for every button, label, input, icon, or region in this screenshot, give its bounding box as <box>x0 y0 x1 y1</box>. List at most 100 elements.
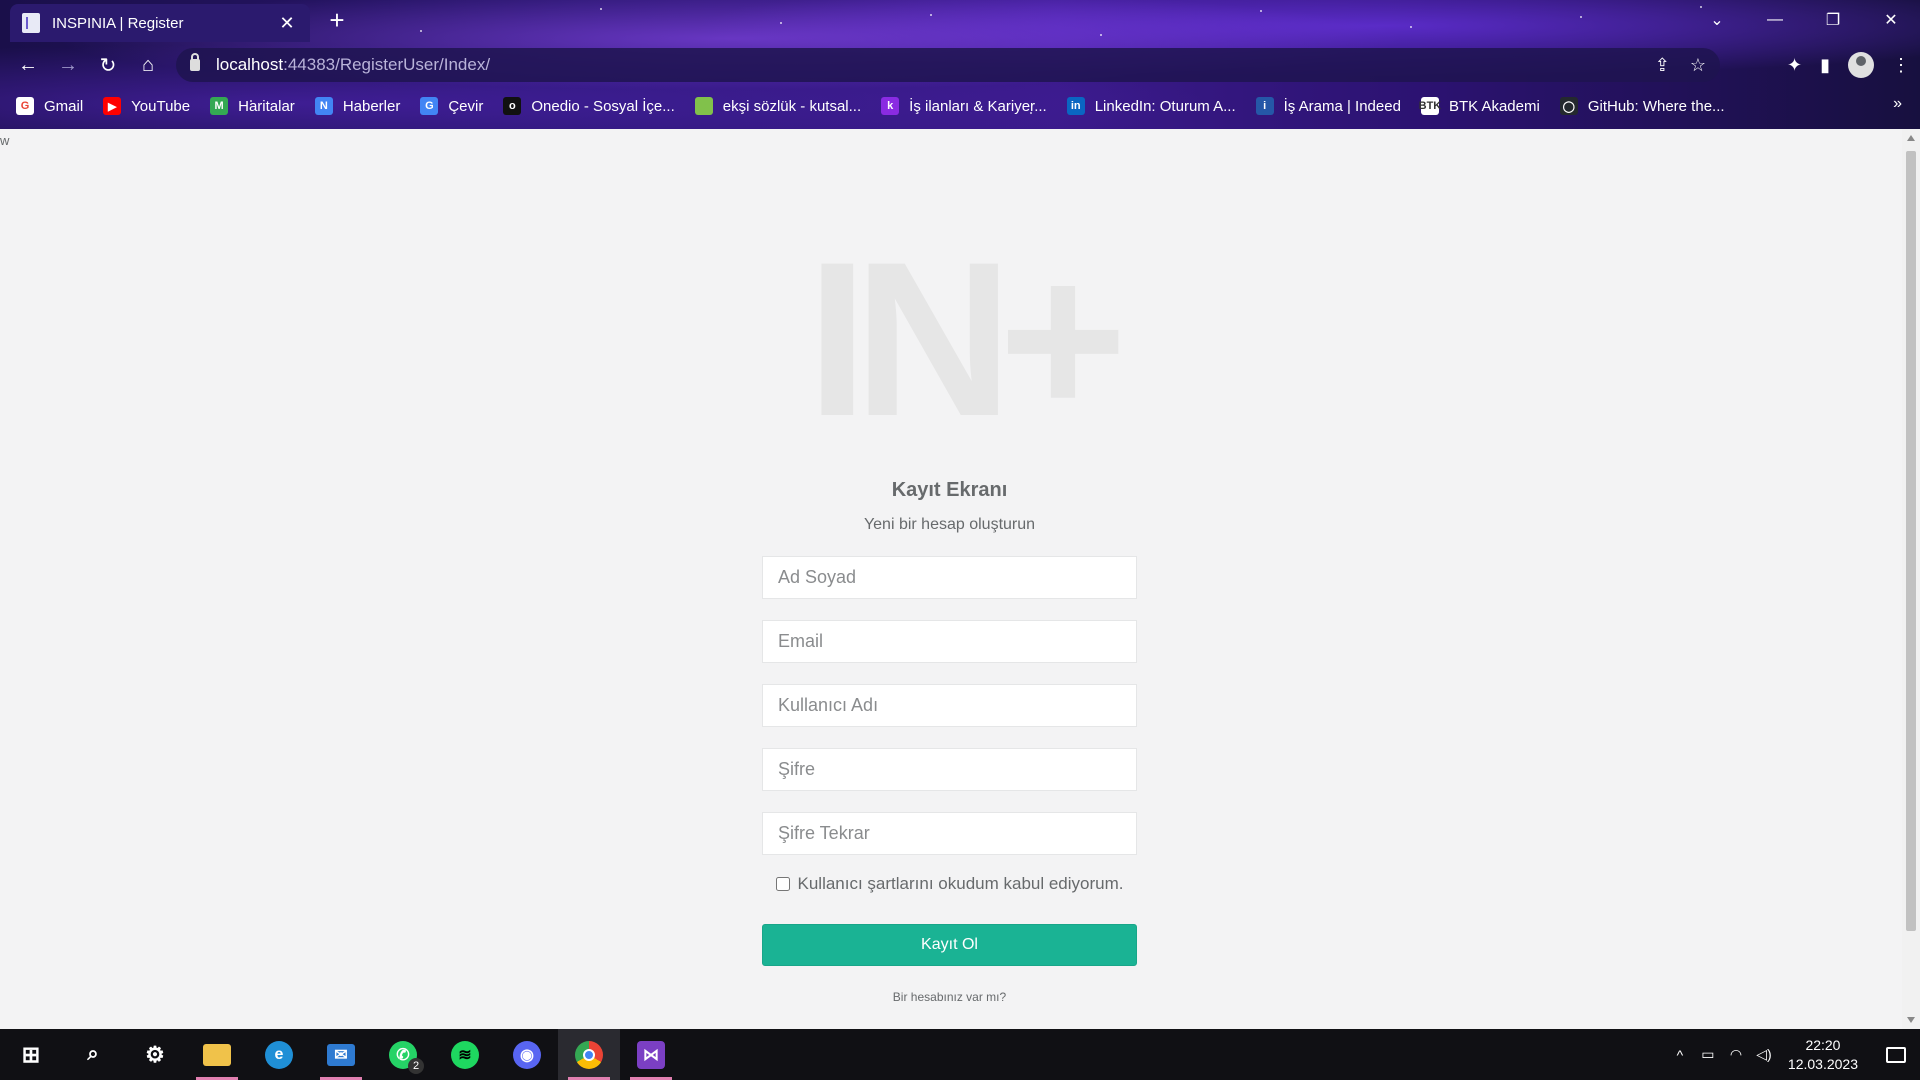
address-bar[interactable]: localhost:44383/RegisterUser/Index/ ⇪ ☆ <box>176 48 1720 82</box>
bookmark-favicon-icon: M <box>210 97 229 115</box>
email-input[interactable] <box>762 620 1137 663</box>
bookmark-favicon-icon: N <box>314 97 333 115</box>
chevron-up-icon[interactable]: ^ <box>1666 1047 1694 1063</box>
whatsapp-button[interactable]: ✆ 2 <box>372 1029 434 1080</box>
toolbar-right: ✦ ▮ ⋮ <box>1787 44 1910 86</box>
edge-button[interactable]: e <box>248 1029 310 1080</box>
file-explorer-button[interactable] <box>186 1029 248 1080</box>
menu-kebab-icon[interactable]: ⋮ <box>1892 55 1910 76</box>
bookmark-item[interactable]: BTK BTK Akademi <box>1419 97 1540 115</box>
extensions-icon[interactable]: ✦ <box>1787 55 1802 76</box>
restore-button[interactable]: ❐ <box>1804 0 1862 40</box>
clock-date: 12.03.2023 <box>1787 1055 1858 1072</box>
lock-icon[interactable] <box>190 53 200 71</box>
bookmark-item[interactable]: i İş Arama | Indeed <box>1255 97 1401 115</box>
chrome-button[interactable] <box>558 1029 620 1080</box>
start-button[interactable]: ⊞ <box>0 1029 62 1080</box>
url-host: localhost <box>216 55 284 74</box>
page-title: Kayıt Ekranı <box>891 479 1008 501</box>
fullname-input[interactable] <box>762 556 1137 599</box>
bookmark-favicon-icon: G <box>420 97 439 115</box>
bookmark-favicon-icon: G <box>16 97 34 115</box>
close-window-button[interactable]: ✕ <box>1862 0 1920 40</box>
bookmark-favicon-icon: ▶ <box>103 97 122 115</box>
terms-row[interactable]: Kullanıcı şartlarını okudum kabul ediyor… <box>762 874 1137 894</box>
spotify-button[interactable]: ≋ <box>434 1029 496 1080</box>
bookmark-favicon-icon: ● <box>694 97 713 115</box>
folder-icon <box>203 1043 231 1066</box>
minimize-button[interactable]: — <box>1746 0 1804 40</box>
bookmark-label: BTK Akademi <box>1448 97 1540 115</box>
profile-avatar-icon[interactable] <box>1848 52 1874 78</box>
bookmark-label: Haritalar <box>238 97 295 115</box>
bookmark-label: LinkedIn: Oturum A... <box>1094 97 1236 115</box>
discord-button[interactable]: ◉ <box>496 1029 558 1080</box>
bookmark-item[interactable]: G Gmail <box>16 97 83 115</box>
system-tray: ^ ▭ ◠ ◁) 22:20 12.03.2023 <box>1666 1029 1920 1080</box>
bookmark-item[interactable]: N Haberler <box>314 97 400 115</box>
bookmark-item[interactable]: ● ekşi sözlük - kutsal... <box>694 97 862 115</box>
scroll-up-arrow-icon[interactable] <box>1907 135 1915 141</box>
bookmark-item[interactable]: M Haritalar <box>210 97 295 115</box>
whatsapp-badge: 2 <box>408 1058 424 1074</box>
taskbar: ⊞ ⌕ ⚙ e ✉ ✆ 2 ≋ ◉ ⋈ ^ ▭ ◠ ◁) 22:20 12.03… <box>0 1029 1920 1080</box>
battery-icon[interactable]: ▭ <box>1694 1046 1722 1063</box>
tab-strip: INSPINIA | Register ✕ + ⌄ — ❐ ✕ <box>0 0 1920 42</box>
share-icon[interactable]: ⇪ <box>1655 55 1670 76</box>
bookmark-item[interactable]: k İş ilanları & Kariyer... <box>881 97 1047 115</box>
bookmark-item[interactable]: ▶ YouTube <box>103 97 190 115</box>
bookmarks-overflow-button[interactable]: » <box>1893 95 1902 113</box>
username-input[interactable] <box>762 684 1137 727</box>
bookmark-favicon-icon: in <box>1066 97 1085 115</box>
new-tab-button[interactable]: + <box>322 6 352 36</box>
scroll-down-arrow-icon[interactable] <box>1907 1017 1915 1023</box>
page-scrollbar[interactable] <box>1902 129 1920 1029</box>
bookmark-label: ekşi sözlük - kutsal... <box>722 97 862 115</box>
bookmark-label: Gmail <box>44 97 84 115</box>
volume-icon[interactable]: ◁) <box>1750 1046 1778 1063</box>
bookmarks-bar: G Gmail ▶ YouTube M Haritalar N Haberler G Çevir o… <box>0 92 1920 120</box>
password-confirm-input[interactable] <box>762 812 1137 855</box>
bookmark-item[interactable]: in LinkedIn: Oturum A... <box>1066 97 1236 115</box>
url-path: :44383/RegisterUser/Index/ <box>283 55 491 74</box>
mail-button[interactable]: ✉ <box>310 1029 372 1080</box>
bookmark-label: Onedio - Sosyal İçe... <box>531 97 675 115</box>
tab-active[interactable]: INSPINIA | Register ✕ <box>10 4 310 42</box>
close-tab-icon[interactable]: ✕ <box>276 13 298 34</box>
stray-text: w <box>0 133 10 148</box>
chrome-icon <box>575 1040 603 1069</box>
password-input[interactable] <box>762 748 1137 791</box>
search-button[interactable]: ⌕ <box>62 1029 124 1080</box>
register-button[interactable]: Kayıt Ol <box>762 924 1137 966</box>
tab-search-icon[interactable]: ⌄ <box>1688 0 1746 40</box>
back-arrow-icon[interactable]: ← <box>8 45 48 85</box>
gear-icon: ⚙ <box>145 1041 165 1067</box>
side-panel-icon[interactable]: ▮ <box>1820 55 1830 76</box>
clock[interactable]: 22:20 12.03.2023 <box>1788 1036 1858 1074</box>
forward-arrow-icon[interactable]: → <box>48 45 88 85</box>
register-form: Kayıt Ekranı Yeni bir hesap oluşturun Ku… <box>762 479 1137 1004</box>
bookmark-label: İş Arama | Indeed <box>1283 97 1401 115</box>
clock-time: 22:20 <box>1805 1036 1841 1053</box>
home-icon[interactable]: ⌂ <box>128 45 168 85</box>
bookmark-item[interactable]: G Çevir <box>420 97 483 115</box>
wifi-icon[interactable]: ◠ <box>1722 1046 1750 1063</box>
terms-checkbox[interactable] <box>775 877 790 891</box>
notification-center-button[interactable] <box>1872 1029 1920 1080</box>
bookmark-favicon-icon: BTK <box>1419 97 1441 115</box>
scroll-thumb[interactable] <box>1906 151 1916 931</box>
visual-studio-button[interactable]: ⋈ <box>620 1029 682 1080</box>
bookmark-star-icon[interactable]: ☆ <box>1690 55 1706 76</box>
reload-icon[interactable]: ↻ <box>88 45 128 85</box>
login-link[interactable]: Bir hesabınız var mı? <box>762 990 1137 1004</box>
mail-icon: ✉ <box>327 1043 355 1066</box>
logo: IN+ <box>806 216 1127 462</box>
bookmark-item[interactable]: o Onedio - Sosyal İçe... <box>503 97 675 115</box>
bookmark-item[interactable]: ◯ GitHub: Where the... <box>1559 97 1725 115</box>
spotify-icon: ≋ <box>451 1040 479 1069</box>
windows-icon: ⊞ <box>21 1041 41 1067</box>
bookmark-favicon-icon: i <box>1255 97 1274 115</box>
edge-icon: e <box>265 1040 293 1069</box>
settings-button[interactable]: ⚙ <box>124 1029 186 1080</box>
browser-toolbar: ← → ↻ ⌂ localhost:44383/RegisterUser/Ind… <box>0 44 1920 86</box>
